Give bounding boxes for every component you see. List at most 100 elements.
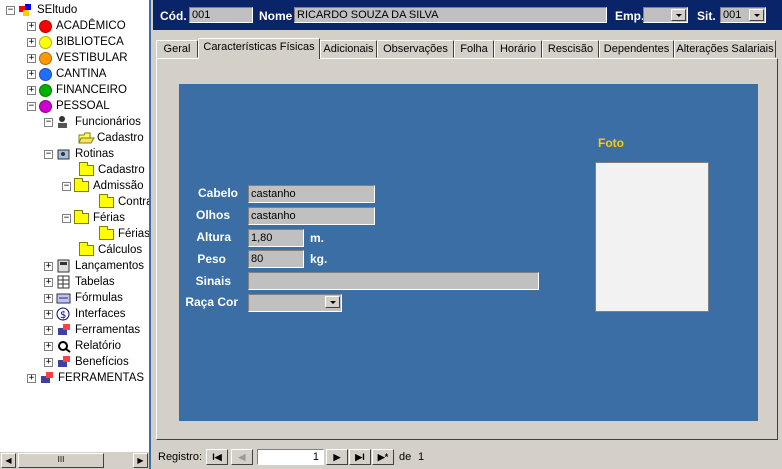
tree-item-formulas[interactable]: + Fórmulas (44, 290, 123, 306)
tab-folha[interactable]: Folha (454, 40, 494, 58)
tree-item-label: Relatório (75, 340, 122, 352)
scroll-left-button[interactable]: ◀ (1, 453, 16, 468)
tab-observacoes[interactable]: Observações (377, 40, 454, 58)
chevron-down-icon[interactable] (325, 296, 340, 308)
emp-combo[interactable] (643, 7, 688, 23)
olhos-field[interactable]: castanho (248, 207, 375, 225)
tree-item-rotinas-cadastro[interactable]: Cadastro (79, 161, 145, 178)
tree-item-lancamentos[interactable]: + Lançamentos (44, 258, 144, 274)
chevron-down-icon[interactable] (749, 9, 764, 21)
peso-field[interactable]: 80 (248, 250, 304, 268)
collapse-icon[interactable]: − (62, 181, 71, 191)
new-record-button[interactable]: ▶* (372, 449, 394, 465)
emp-label: Emp. (615, 9, 645, 23)
tree-item-vestibular[interactable]: + VESTIBULAR (27, 50, 128, 66)
record-number-field[interactable]: 1 (257, 449, 324, 465)
collapse-icon[interactable]: − (62, 213, 71, 223)
sit-combo[interactable]: 001 (720, 7, 766, 23)
collapse-icon[interactable]: − (27, 101, 36, 111)
cabelo-label: Cabelo (197, 186, 238, 200)
expand-icon[interactable]: + (27, 21, 36, 31)
expand-icon[interactable]: + (44, 341, 53, 351)
tree-root[interactable]: − SEltudo (6, 2, 77, 18)
expand-icon[interactable]: + (44, 309, 53, 319)
sinais-label: Sinais (195, 274, 231, 288)
table-icon (56, 275, 72, 289)
tab-alteracoes-salariais[interactable]: Alterações Salariais (674, 40, 776, 58)
navigation-tree: − SEltudo + ACADÊMICO + BIBLIOTECA + VES… (0, 0, 151, 469)
tree-item-label: Contrat (118, 196, 149, 208)
cod-field[interactable]: 001 (189, 7, 253, 23)
collapse-icon[interactable]: − (6, 5, 15, 15)
expand-icon[interactable]: + (44, 277, 53, 287)
ball-icon (39, 99, 52, 113)
raca-cor-combo[interactable] (248, 294, 342, 312)
next-record-button[interactable]: ▶ (326, 449, 348, 465)
tree-item-academico[interactable]: + ACADÊMICO (27, 18, 126, 34)
tree-item-calculos[interactable]: Cálculos (79, 241, 142, 258)
tree-item-cadastro[interactable]: Cadastro (78, 130, 144, 146)
tree-item-label: Férias (118, 228, 150, 240)
tree-item-funcionarios[interactable]: − Funcionários (44, 114, 141, 130)
tree-horizontal-scrollbar[interactable]: ◀ III ▶ (0, 451, 149, 469)
tree-item-admissao[interactable]: − Admissão (62, 177, 144, 194)
tree-item-ferramentas[interactable]: + Ferramentas (44, 322, 140, 338)
tree-item-label: Rotinas (75, 148, 114, 160)
collapse-icon[interactable]: − (44, 117, 53, 127)
expand-icon[interactable]: + (44, 261, 53, 271)
last-record-button[interactable]: ▶I (349, 449, 371, 465)
expand-icon[interactable]: + (44, 293, 53, 303)
collapse-icon[interactable]: − (44, 149, 53, 159)
tree-item-tabelas[interactable]: + Tabelas (44, 274, 115, 290)
ball-icon (39, 51, 52, 65)
tree-item-financeiro[interactable]: + FINANCEIRO (27, 82, 127, 98)
cabelo-field[interactable]: castanho (248, 185, 375, 203)
nome-label: Nome (259, 9, 293, 23)
photo-frame[interactable] (595, 162, 709, 312)
svg-text:$: $ (60, 310, 66, 321)
tab-caracteristicas-fisicas[interactable]: Características Físicas (198, 38, 320, 59)
of-label: de (399, 451, 412, 463)
tree-item-ferias-sub[interactable]: Férias (99, 225, 150, 242)
expand-icon[interactable]: + (44, 357, 53, 367)
prev-record-button[interactable]: ◀ (231, 449, 253, 465)
tree-item-relatorio[interactable]: + Relatório (44, 338, 121, 354)
tab-rescisao[interactable]: Rescisão (542, 40, 599, 58)
tree-root-label: SEltudo (37, 4, 78, 16)
tree-item-label: Tabelas (75, 276, 115, 288)
expand-icon[interactable]: + (27, 53, 36, 63)
expand-icon[interactable]: + (27, 37, 36, 47)
altura-field[interactable]: 1,80 (248, 229, 304, 247)
tree-item-interfaces[interactable]: + $ Interfaces (44, 306, 126, 322)
expand-icon[interactable]: + (27, 85, 36, 95)
ball-icon (39, 19, 52, 33)
expand-icon[interactable]: + (44, 325, 53, 335)
tab-geral[interactable]: Geral (156, 40, 198, 58)
tab-horario[interactable]: Horário (494, 40, 542, 58)
tree-item-contrat[interactable]: Contrat (99, 193, 149, 210)
tree-item-label: Férias (93, 212, 125, 224)
tree-item-biblioteca[interactable]: + BIBLIOTECA (27, 34, 124, 50)
nome-field[interactable]: RICARDO SOUZA DA SILVA (294, 7, 607, 23)
tree-item-label: Admissão (93, 180, 144, 192)
tree-item-label: Fórmulas (75, 292, 123, 304)
peso-unit: kg. (310, 252, 328, 266)
scroll-right-button[interactable]: ▶ (133, 453, 148, 468)
tree-item-pessoal[interactable]: − PESSOAL (27, 98, 110, 114)
tree-item-rotinas[interactable]: − Rotinas (44, 146, 114, 162)
tree-item-cantina[interactable]: + CANTINA (27, 66, 106, 82)
expand-icon[interactable]: + (27, 69, 36, 79)
open-folder-icon (78, 131, 95, 145)
tab-dependentes[interactable]: Dependentes (599, 40, 674, 58)
tree-item-ferramentas-root[interactable]: + FERRAMENTAS (27, 370, 144, 386)
tree-item-beneficios[interactable]: + Benefícios (44, 354, 129, 370)
expand-icon[interactable]: + (27, 373, 36, 383)
first-record-button[interactable]: I◀ (206, 449, 228, 465)
tab-adicionais[interactable]: Adicionais (320, 40, 377, 58)
tools-icon (39, 371, 55, 385)
tree-item-ferias[interactable]: − Férias (62, 209, 125, 226)
scroll-thumb[interactable]: III (18, 453, 104, 468)
registro-label: Registro: (158, 451, 203, 463)
chevron-down-icon[interactable] (671, 9, 686, 21)
sinais-field[interactable] (248, 272, 539, 290)
